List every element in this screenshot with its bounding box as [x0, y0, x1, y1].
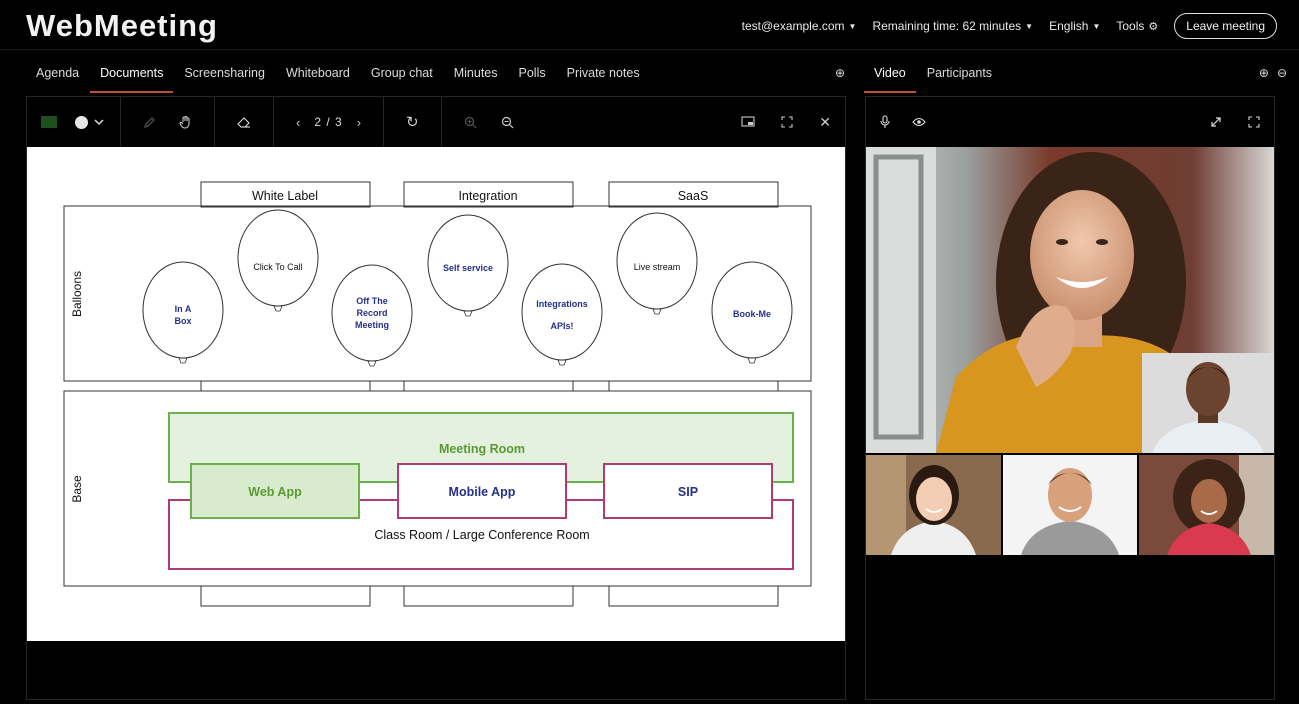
- balloon-in-a-box: In A Box: [142, 261, 224, 364]
- svg-text:APIs!: APIs!: [550, 321, 573, 331]
- fullscreen-icon[interactable]: [1248, 116, 1260, 128]
- language-label: English: [1049, 19, 1089, 33]
- present-icon[interactable]: [741, 116, 755, 128]
- self-view-image: [1142, 353, 1274, 453]
- brush-dot-icon: [75, 115, 88, 129]
- participant-image-1: [866, 455, 1001, 555]
- balloon-book-me: Book-Me: [711, 261, 793, 364]
- participant-video-2[interactable]: [1003, 455, 1137, 555]
- tab-polls[interactable]: Polls: [519, 60, 546, 88]
- gear-icon: ⚙: [1148, 20, 1159, 33]
- fullscreen-icon[interactable]: [781, 116, 793, 128]
- document-canvas[interactable]: White Label Integration SaaS Balloons In…: [27, 147, 845, 641]
- caret-down-icon: ▼: [848, 21, 857, 31]
- header-controls: test@example.com ▼ Remaining time: 62 mi…: [742, 13, 1277, 39]
- svg-text:Live stream: Live stream: [634, 262, 681, 272]
- balloon-off-the-record: Off The Record Meeting: [331, 264, 413, 367]
- caret-down-icon: ▼: [1025, 21, 1034, 31]
- svg-text:Click To Call: Click To Call: [253, 262, 302, 272]
- balloon-integrations-apis: Integrations APIs!: [521, 263, 603, 366]
- tools-menu[interactable]: Tools ⚙: [1116, 19, 1158, 33]
- zoom-in-icon[interactable]: [464, 116, 477, 129]
- video-panel-controls: ⊕ ⊖: [1259, 66, 1287, 80]
- svg-text:Record: Record: [356, 308, 387, 318]
- tab-documents[interactable]: Documents: [90, 60, 174, 93]
- balloon-click-to-call: Click To Call: [237, 209, 319, 312]
- video-tabs: Video Participants: [864, 60, 1013, 93]
- add-panel-icon[interactable]: ⊕: [835, 66, 845, 80]
- hand-icon[interactable]: [178, 115, 192, 129]
- chevron-down-icon: [94, 118, 104, 125]
- tab-participants[interactable]: Participants: [927, 60, 992, 88]
- app-header: WebMeeting test@example.com ▼ Remaining …: [0, 0, 1299, 50]
- rotate-icon[interactable]: ↻: [406, 113, 419, 131]
- participant-image-3: [1139, 455, 1274, 555]
- video-panel: [865, 96, 1275, 700]
- balloon-live-stream: Live stream: [616, 212, 698, 315]
- sip-label: SIP: [678, 485, 698, 499]
- svg-text:Off The: Off The: [356, 296, 388, 306]
- label-saas: SaaS: [678, 189, 709, 203]
- eraser-icon[interactable]: [237, 116, 251, 128]
- section-balloons-label: Balloons: [70, 271, 84, 317]
- document-tabs: Agenda Documents Screensharing Whiteboar…: [26, 60, 661, 93]
- svg-text:Integrations: Integrations: [536, 299, 588, 309]
- self-view-video[interactable]: [1142, 353, 1274, 453]
- label-white-label: White Label: [252, 189, 318, 203]
- tab-screensharing[interactable]: Screensharing: [184, 60, 265, 88]
- minus-icon[interactable]: ⊖: [1277, 66, 1287, 80]
- participant-video-1[interactable]: [866, 455, 1001, 555]
- zoom-out-icon[interactable]: [501, 116, 514, 129]
- pencil-icon[interactable]: [143, 116, 156, 129]
- tab-private-notes[interactable]: Private notes: [567, 60, 640, 88]
- class-room-label: Class Room / Large Conference Room: [374, 528, 589, 542]
- close-icon[interactable]: ✕: [819, 114, 831, 131]
- add-icon[interactable]: ⊕: [1259, 66, 1269, 80]
- document-panel: ‹ 2 / 3 › ↻ ✕ White Label Integration Sa…: [26, 96, 846, 700]
- label-integration: Integration: [458, 189, 517, 203]
- svg-text:Self service: Self service: [443, 263, 493, 273]
- tab-whiteboard[interactable]: Whiteboard: [286, 60, 350, 88]
- pen-color-swatch[interactable]: [41, 116, 57, 128]
- user-email: test@example.com: [741, 19, 845, 33]
- architecture-diagram: White Label Integration SaaS Balloons In…: [63, 181, 812, 607]
- document-toolbar: ‹ 2 / 3 › ↻ ✕: [27, 97, 845, 147]
- leave-meeting-button[interactable]: Leave meeting: [1174, 13, 1277, 39]
- page-indicator: 2 / 3: [314, 115, 343, 129]
- tab-agenda[interactable]: Agenda: [36, 60, 79, 88]
- expand-icon[interactable]: [1210, 116, 1222, 128]
- svg-text:Book-Me: Book-Me: [733, 309, 771, 319]
- svg-text:In A: In A: [175, 304, 192, 314]
- section-base-label: Base: [70, 475, 84, 503]
- remaining-time: Remaining time: 62 minutes: [872, 19, 1022, 33]
- microphone-icon[interactable]: [880, 115, 890, 129]
- participant-video-3[interactable]: [1139, 455, 1274, 555]
- tab-group-chat[interactable]: Group chat: [371, 60, 433, 88]
- web-app-label: Web App: [248, 485, 302, 499]
- next-page-icon[interactable]: ›: [357, 115, 361, 130]
- meeting-room-label: Meeting Room: [439, 442, 525, 456]
- balloon-self-service: Self service: [427, 214, 509, 317]
- tools-label: Tools: [1116, 19, 1145, 33]
- language-menu[interactable]: English ▼: [1049, 19, 1100, 33]
- app-logo: WebMeeting: [26, 8, 218, 43]
- svg-text:Meeting: Meeting: [355, 320, 389, 330]
- brush-size-select[interactable]: [75, 115, 104, 129]
- remaining-time-menu[interactable]: Remaining time: 62 minutes ▼: [872, 19, 1033, 33]
- tab-video[interactable]: Video: [864, 60, 916, 93]
- tab-minutes[interactable]: Minutes: [454, 60, 498, 88]
- video-toolbar: [866, 97, 1274, 147]
- svg-text:Box: Box: [174, 316, 191, 326]
- main-video-feed[interactable]: [866, 147, 1274, 453]
- previous-page-icon[interactable]: ‹: [296, 115, 300, 130]
- caret-down-icon: ▼: [1092, 21, 1101, 31]
- mobile-app-label: Mobile App: [449, 485, 516, 499]
- eye-icon[interactable]: [912, 117, 926, 127]
- user-menu[interactable]: test@example.com ▼: [742, 19, 857, 33]
- participant-image-2: [1003, 455, 1137, 555]
